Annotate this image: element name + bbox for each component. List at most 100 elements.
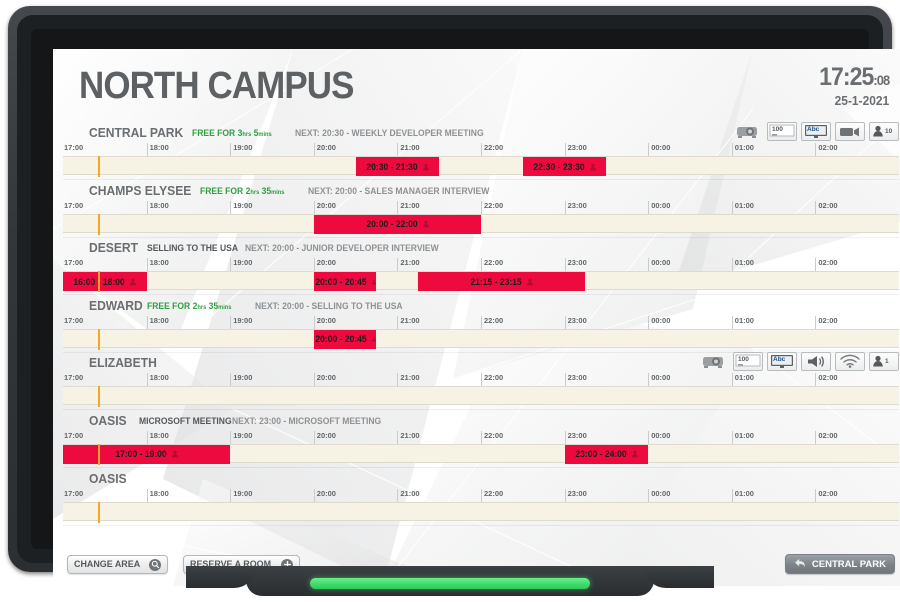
- room-header: CENTRAL PARK FREE FOR 3hrs 5mins NEXT: 20:…: [53, 122, 900, 143]
- back-to-room-button[interactable]: CENTRAL PARK: [784, 554, 895, 574]
- time-axis: 17:00 18:00 19:00 20:00 21:00 22:00 23:00 00:00…: [63, 430, 899, 444]
- booking-block[interactable]: 20:00 - 20:45: [313, 329, 377, 349]
- room-amenities: 100 Abc 1: [699, 352, 899, 372]
- axis-tick: 22:00: [481, 488, 503, 502]
- room-next-meeting: NEXT: 20:00 - SALES MANAGER INTERVIEW: [307, 185, 490, 196]
- room-header: DESERT SELLING TO THE USA NEXT: 20:00 - JU…: [53, 238, 900, 258]
- room-header: OASIS MICROSOFT MEETING NEXT: 23:00 - MICR…: [53, 411, 900, 431]
- whiteboard-icon-label: 100: [738, 356, 749, 364]
- axis-tick: 17:00: [64, 258, 84, 268]
- axis-tick: 19:00: [230, 258, 252, 272]
- axis-tick: 23:00: [564, 258, 587, 272]
- time-axis: 17:00 18:00 19:00 20:00 21:00 22:00 23:00 00:00…: [63, 143, 899, 156]
- axis-tick: 21:00: [397, 488, 420, 502]
- booking-block[interactable]: 17:00 - 19:00: [63, 444, 231, 464]
- room-name: CENTRAL PARK: [89, 125, 184, 140]
- room-timeline-track[interactable]: [63, 501, 899, 523]
- time-axis: 17:00 18:00 19:00 20:00 21:00 22:00 23:00 00:00…: [63, 488, 899, 502]
- axis-tick: 00:00: [648, 258, 670, 272]
- room-name: OASIS: [89, 470, 127, 486]
- axis-tick: 01:00: [731, 373, 754, 387]
- room-name: DESERT: [89, 240, 139, 256]
- axis-tick: 01:00: [731, 200, 754, 214]
- axis-tick: 01:00: [731, 143, 754, 156]
- axis-tick: 17:00: [64, 373, 84, 383]
- room-row[interactable]: OASIS MICROSOFT MEETING NEXT: 23:00 - MICR…: [53, 411, 900, 469]
- room-row[interactable]: CENTRAL PARK FREE FOR 3hrs 5mins NEXT: 20:…: [53, 122, 900, 181]
- axis-tick: 17:00: [64, 315, 84, 325]
- booking-block[interactable]: 20:00 - 22:00: [313, 214, 481, 234]
- presentation-screen-icon-label: Abc: [807, 126, 820, 133]
- axis-tick: 20:00: [313, 200, 336, 214]
- axis-tick: 23:00: [564, 430, 587, 444]
- presentation-screen-icon-label: Abc: [773, 356, 786, 364]
- room-row[interactable]: OASIS 17:00 18:00 19:00 20:00 21:00 22:00 23:00…: [53, 469, 900, 527]
- room-row[interactable]: EDWARD FREE FOR 2hrs 35mins NEXT: 20:00 - …: [53, 296, 900, 354]
- whiteboard-icon-label: 100: [772, 126, 783, 133]
- axis-tick: 19:00: [230, 373, 252, 387]
- axis-tick: 18:00: [146, 200, 169, 214]
- room-amenities: 100 Abc 10: [733, 122, 899, 141]
- axis-tick: 00:00: [648, 143, 670, 156]
- room-next-meeting: NEXT: 20:30 - WEEKLY DEVELOPER MEETING: [295, 128, 484, 138]
- room-header: ELIZABETH 100 Abc 1: [53, 352, 900, 373]
- booking-block[interactable]: 16:00 - 18:00: [63, 272, 147, 292]
- projector-icon: [699, 352, 729, 371]
- axis-tick: 22:00: [481, 258, 503, 272]
- booking-block[interactable]: 21:15 - 23:15: [418, 272, 586, 292]
- clock-time: 17:25:08: [819, 63, 890, 92]
- presentation-screen-icon: Abc: [767, 352, 797, 372]
- booking-label: 20:00 - 20:45: [315, 276, 367, 287]
- axis-tick: 19:00: [230, 143, 252, 156]
- current-time-marker: [97, 328, 100, 350]
- booking-block[interactable]: 23:00 - 24:00: [564, 444, 649, 464]
- axis-tick: 01:00: [731, 488, 754, 502]
- room-status: SELLING TO THE USA: [146, 243, 238, 254]
- axis-tick: 01:00: [731, 258, 754, 272]
- axis-tick: 01:00: [731, 430, 754, 444]
- axis-tick: 17:00: [64, 143, 84, 152]
- room-timeline-track[interactable]: 20:00 - 22:00: [63, 213, 899, 235]
- room-timeline-track[interactable]: 20:00 - 20:45: [63, 328, 899, 350]
- axis-tick: 23:00: [564, 143, 587, 156]
- booking-block[interactable]: 20:30 - 21:30: [355, 157, 440, 176]
- room-timeline-track[interactable]: 16:00 - 18:00 20:00 - 20:45 21:15 - 23:15: [63, 271, 899, 293]
- back-arrow-icon: [794, 558, 806, 571]
- header: NORTH CAMPUS 17:25:08 25-1-2021: [53, 49, 900, 121]
- booking-block[interactable]: 22:30 - 23:30: [522, 157, 607, 176]
- room-name: ELIZABETH: [89, 355, 157, 371]
- booking-block[interactable]: 20:00 - 20:45: [313, 272, 377, 292]
- whiteboard-icon: 100: [733, 352, 763, 372]
- back-button-label: CENTRAL PARK: [811, 558, 886, 570]
- screen-bezel: NORTH CAMPUS 17:25:08 25-1-2021 CENTRAL …: [31, 29, 900, 586]
- room-timeline-track[interactable]: [63, 386, 899, 408]
- presentation-screen-icon: Abc: [801, 122, 831, 141]
- axis-tick: 22:00: [481, 430, 503, 444]
- change-area-button[interactable]: CHANGE AREA: [67, 555, 169, 574]
- time-axis: 17:00 18:00 19:00 20:00 21:00 22:00 23:00 00:00…: [63, 315, 899, 329]
- projector-icon: [733, 122, 763, 141]
- room-timeline-track[interactable]: 17:00 - 19:00 23:00 - 24:00: [63, 443, 899, 465]
- room-status: FREE FOR 2hrs 35mins: [146, 300, 232, 311]
- room-row[interactable]: ELIZABETH 100 Abc 1 17:00 18:00 19:00 20:00 21:0…: [53, 352, 900, 411]
- axis-tick: 23:00: [564, 373, 587, 387]
- axis-tick: 02:00: [815, 315, 838, 329]
- booking-label: 22:30 - 23:30: [533, 161, 585, 172]
- axis-tick: 22:00: [481, 315, 503, 329]
- axis-tick: 02:00: [815, 143, 838, 156]
- room-timeline-track[interactable]: 20:30 - 21:30 22:30 - 23:30: [63, 156, 899, 177]
- current-time-marker: [97, 271, 100, 293]
- room-row[interactable]: CHAMPS ELYSEE FREE FOR 2hrs 35mins NEXT: 2…: [53, 181, 900, 239]
- axis-tick: 17:00: [64, 488, 84, 498]
- room-row[interactable]: DESERT SELLING TO THE USA NEXT: 20:00 - JU…: [53, 238, 900, 296]
- room-status: FREE FOR 2hrs 35mins: [199, 185, 285, 196]
- axis-tick: 18:00: [146, 373, 169, 387]
- axis-tick: 00:00: [648, 373, 670, 387]
- clock-date: 25-1-2021: [834, 93, 889, 108]
- axis-tick: 20:00: [313, 258, 336, 272]
- search-icon: [149, 558, 162, 571]
- room-header: OASIS: [53, 469, 900, 489]
- seats-icon-label: 1: [885, 358, 889, 366]
- change-area-label: CHANGE AREA: [74, 559, 141, 570]
- room-name: CHAMPS ELYSEE: [89, 182, 192, 198]
